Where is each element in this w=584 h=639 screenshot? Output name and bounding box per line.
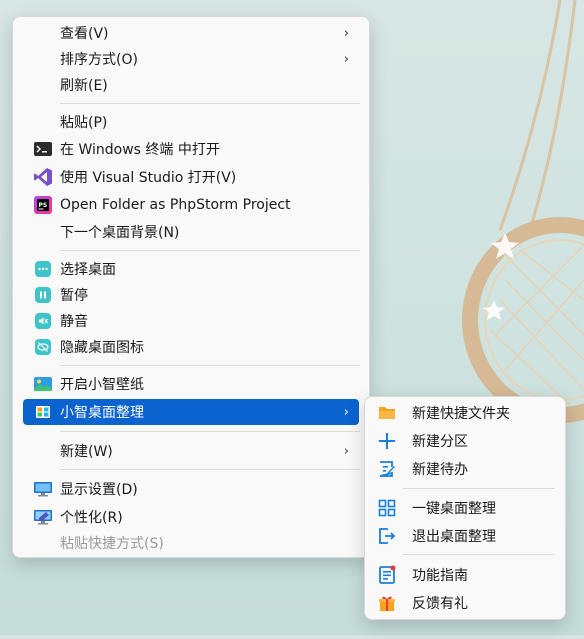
- svg-text:PS: PS: [39, 202, 48, 209]
- menu-item-label: 粘贴(P): [60, 115, 108, 131]
- plus-icon: [377, 431, 397, 451]
- menu-item-label: 下一个桌面背景(N): [60, 225, 180, 241]
- menu-item-mute[interactable]: 静音: [23, 308, 359, 334]
- menu-item-select-desktop[interactable]: 选择桌面: [23, 256, 359, 282]
- submenu-item-label: 退出桌面整理: [412, 529, 496, 545]
- menu-item-open-phpstorm[interactable]: PS Open Folder as PhpStorm Project: [23, 192, 359, 218]
- submenu-item-label: 一键桌面整理: [412, 501, 496, 517]
- submenu-item-label: 新建快捷文件夹: [412, 406, 510, 422]
- menu-separator: [60, 365, 360, 366]
- menu-item-label: 刷新(E): [60, 78, 108, 94]
- menu-item-personalize[interactable]: 个性化(R): [23, 504, 359, 530]
- submenu-item-label: 功能指南: [412, 568, 468, 584]
- menu-separator: [403, 488, 555, 489]
- submenu-item-feedback-gift[interactable]: 反馈有礼: [371, 590, 559, 616]
- todo-edit-icon: [377, 459, 397, 479]
- folder-icon: [377, 403, 397, 423]
- exit-icon: [377, 526, 397, 546]
- submenu-item-new-todo[interactable]: 新建待办: [371, 456, 559, 482]
- guide-document-icon: [377, 565, 397, 585]
- menu-item-next-background[interactable]: 下一个桌面背景(N): [23, 219, 359, 245]
- terminal-icon: [33, 139, 53, 159]
- menu-item-label: 显示设置(D): [60, 482, 138, 498]
- menu-item-label: 新建(W): [60, 444, 113, 460]
- menu-item-display-settings[interactable]: 显示设置(D): [23, 476, 359, 502]
- menu-separator: [60, 103, 360, 104]
- menu-item-label: 在 Windows 终端 中打开: [60, 142, 220, 158]
- menu-item-label: 静音: [60, 314, 88, 330]
- gift-icon: [377, 593, 397, 613]
- menu-item-enable-wallpaper[interactable]: 开启小智壁纸: [23, 371, 359, 397]
- menu-item-label: 隐藏桌面图标: [60, 340, 144, 356]
- menu-item-label: 暂停: [60, 288, 88, 304]
- wallpaper-image-icon: [33, 374, 53, 394]
- chevron-right-icon: ›: [343, 51, 349, 67]
- menu-item-label: 开启小智壁纸: [60, 377, 144, 393]
- menu-item-hide-desktop-icons[interactable]: 隐藏桌面图标: [23, 334, 359, 360]
- menu-item-desktop-organizer[interactable]: 小智桌面整理 ›: [23, 399, 359, 425]
- submenu-item-exit-organize[interactable]: 退出桌面整理: [371, 523, 559, 549]
- more-dots-icon: [33, 259, 53, 279]
- submenu-item-label: 反馈有礼: [412, 596, 468, 612]
- menu-item-paste[interactable]: 粘贴(P): [23, 109, 359, 135]
- monitor-icon: [33, 479, 53, 499]
- menu-item-label: 使用 Visual Studio 打开(V): [60, 170, 237, 186]
- menu-item-label: 粘贴快捷方式(S): [60, 536, 164, 552]
- phpstorm-icon: PS: [33, 195, 53, 215]
- chevron-right-icon: ›: [343, 25, 349, 41]
- menu-item-label: Open Folder as PhpStorm Project: [60, 197, 291, 213]
- menu-item-open-visual-studio[interactable]: 使用 Visual Studio 打开(V): [23, 164, 359, 190]
- menu-item-label: 个性化(R): [60, 510, 123, 526]
- menu-separator: [403, 554, 555, 555]
- menu-item-new[interactable]: 新建(W) ›: [23, 438, 359, 464]
- menu-item-refresh[interactable]: 刷新(E): [23, 72, 359, 98]
- menu-item-pause[interactable]: 暂停: [23, 282, 359, 308]
- menu-item-label: 选择桌面: [60, 262, 116, 278]
- menu-item-label: 查看(V): [60, 26, 109, 42]
- personalize-monitor-icon: [33, 507, 53, 527]
- menu-item-open-in-terminal[interactable]: 在 Windows 终端 中打开: [23, 136, 359, 162]
- desktop-organizer-submenu: 新建快捷文件夹 新建分区 新建待办 一键桌面整理 退出桌面整理 功能指南 反馈有…: [364, 396, 566, 620]
- visual-studio-icon: [33, 167, 53, 187]
- speaker-mute-icon: [33, 311, 53, 331]
- chevron-right-icon: ›: [343, 443, 349, 459]
- menu-item-view[interactable]: 查看(V) ›: [23, 20, 359, 46]
- menu-separator: [60, 250, 360, 251]
- submenu-item-new-quick-folder[interactable]: 新建快捷文件夹: [371, 400, 559, 426]
- menu-item-sort-by[interactable]: 排序方式(O) ›: [23, 46, 359, 72]
- submenu-item-label: 新建待办: [412, 462, 468, 478]
- organizer-grid-icon: [33, 402, 53, 422]
- pause-icon: [33, 285, 53, 305]
- submenu-item-label: 新建分区: [412, 434, 468, 450]
- submenu-item-one-click-organize[interactable]: 一键桌面整理: [371, 495, 559, 521]
- menu-item-paste-shortcut: 粘贴快捷方式(S): [23, 530, 359, 556]
- submenu-item-new-partition[interactable]: 新建分区: [371, 428, 559, 454]
- menu-item-label: 排序方式(O): [60, 52, 138, 68]
- grid-icon: [377, 498, 397, 518]
- chevron-right-icon: ›: [343, 404, 349, 420]
- menu-item-label: 小智桌面整理: [60, 405, 144, 421]
- menu-separator: [60, 431, 360, 432]
- eye-hidden-icon: [33, 337, 53, 357]
- desktop-context-menu: 查看(V) › 排序方式(O) › 刷新(E) 粘贴(P) 在 Windows …: [12, 16, 370, 558]
- menu-separator: [60, 469, 360, 470]
- submenu-item-feature-guide[interactable]: 功能指南: [371, 562, 559, 588]
